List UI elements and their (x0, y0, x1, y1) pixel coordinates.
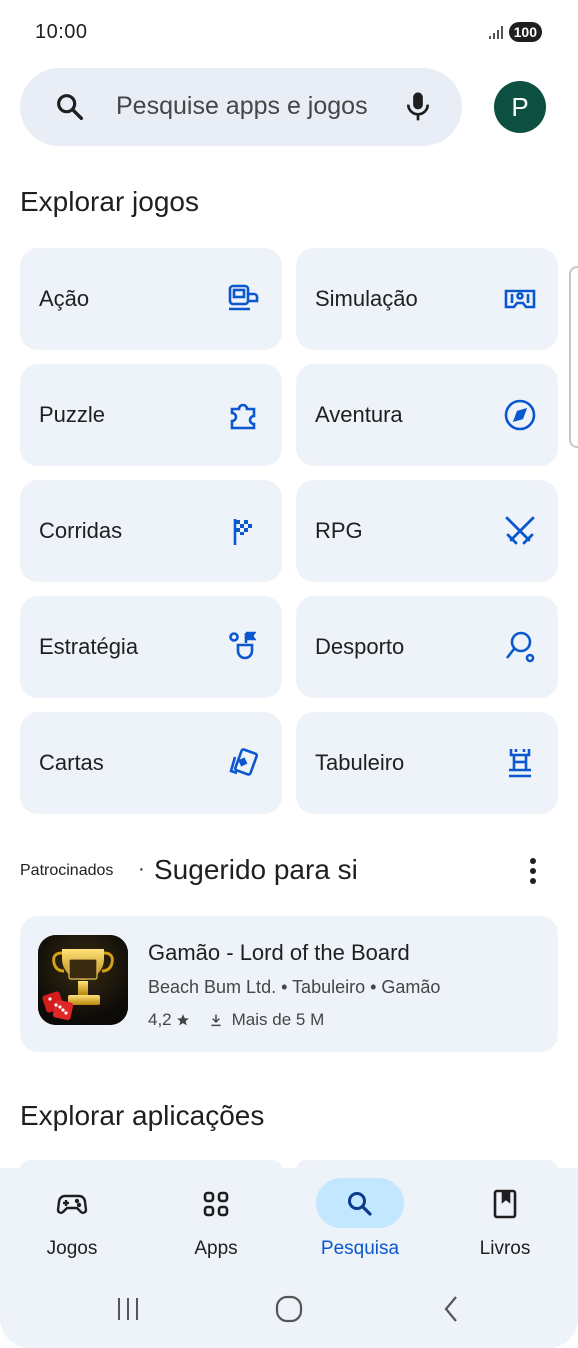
category-label: Cartas (39, 750, 104, 775)
search-bar[interactable]: Pesquise apps e jogos (20, 68, 462, 146)
compass-icon (504, 399, 536, 431)
suggested-title: Sugerido para si (154, 854, 358, 885)
status-indicators: 100 (488, 22, 542, 42)
crossed-swords-icon (505, 516, 535, 545)
separator: · (138, 858, 145, 880)
search-input[interactable]: Pesquise apps e jogos (116, 92, 368, 121)
home-icon[interactable] (271, 1294, 307, 1324)
download-icon (210, 1014, 221, 1027)
category-label: Desporto (315, 634, 405, 659)
nav-pesquisa[interactable]: Pesquisa (300, 1178, 420, 1268)
category-simulacao[interactable]: Simulação (296, 248, 558, 350)
category-label: Estratégia (39, 634, 139, 659)
nav-apps[interactable]: Apps (156, 1178, 276, 1268)
nav-label: Pesquisa (320, 1238, 400, 1259)
microphone-icon[interactable] (403, 90, 433, 124)
sponsored-label: Patrocinados (20, 862, 114, 879)
chess-rook-icon (509, 749, 531, 778)
category-aventura[interactable]: Aventura (296, 364, 558, 466)
puzzle-piece-icon (230, 403, 256, 430)
explore-apps-title: Explorar aplicações (20, 1100, 265, 1131)
scrollbar[interactable] (569, 266, 578, 448)
playing-card-icon (229, 748, 259, 776)
category-label: RPG (315, 518, 363, 543)
app-name: Gamão - Lord of the Board (148, 940, 410, 965)
vr-headset-icon (504, 289, 536, 309)
app-icon (38, 935, 128, 1025)
nav-label: Livros (479, 1238, 531, 1259)
app-downloads: Mais de 5 M (231, 1010, 325, 1029)
apps-grid-icon (203, 1191, 229, 1217)
search-icon (348, 1192, 372, 1216)
status-time: 10:00 (35, 21, 88, 43)
category-label: Aventura (315, 402, 403, 427)
avatar[interactable]: P (494, 81, 546, 133)
category-label: Ação (39, 286, 90, 311)
category-label: Corridas (39, 518, 123, 543)
book-icon (493, 1189, 517, 1219)
back-icon[interactable] (434, 1294, 470, 1324)
explore-games-title: Explorar jogos (20, 186, 199, 217)
category-estrategia[interactable]: Estratégia (20, 596, 282, 698)
strategy-flag-icon (229, 631, 257, 660)
sponsored-header: Patrocinados · Sugerido para si (20, 848, 558, 894)
category-corridas[interactable]: Corridas (20, 480, 282, 582)
recents-icon[interactable] (110, 1294, 146, 1324)
ping-pong-icon (505, 631, 535, 663)
nav-label: Apps (194, 1238, 238, 1259)
category-label: Tabuleiro (315, 750, 405, 775)
gamepad-icon (56, 1194, 88, 1214)
nav-jogos[interactable]: Jogos (12, 1178, 132, 1268)
category-label: Puzzle (39, 402, 106, 427)
nav-livros[interactable]: Livros (445, 1178, 565, 1268)
category-cartas[interactable]: Cartas (20, 712, 282, 814)
nav-label: Jogos (46, 1238, 98, 1259)
star-icon (176, 1014, 189, 1026)
bottom-navigation: Jogos Apps Pesquisa Livros (0, 1168, 578, 1348)
category-acao[interactable]: Ação (20, 248, 282, 350)
battery-indicator: 100 (508, 22, 542, 42)
status-bar: 10:00 100 (0, 0, 578, 66)
category-rpg[interactable]: RPG (296, 480, 558, 582)
search-row: Pesquise apps e jogos P (20, 68, 550, 146)
suggested-app-card[interactable]: Gamão - Lord of the Board Beach Bum Ltd.… (20, 916, 558, 1052)
more-options-icon[interactable] (526, 854, 540, 888)
category-desporto[interactable]: Desporto (296, 596, 558, 698)
app-meta: Beach Bum Ltd. • Tabuleiro • Gamão (148, 977, 441, 997)
app-stats: 4,2 Mais de 5 M (148, 1010, 324, 1030)
category-tabuleiro[interactable]: Tabuleiro (296, 712, 558, 814)
checkered-flag-icon (233, 519, 252, 545)
search-icon (57, 94, 84, 121)
system-navigation-bar (0, 1284, 578, 1336)
category-puzzle[interactable]: Puzzle (20, 364, 282, 466)
arcade-machine-icon (228, 284, 259, 311)
category-label: Simulação (315, 286, 418, 311)
app-rating: 4,2 (148, 1010, 172, 1029)
signal-icon (488, 25, 503, 39)
